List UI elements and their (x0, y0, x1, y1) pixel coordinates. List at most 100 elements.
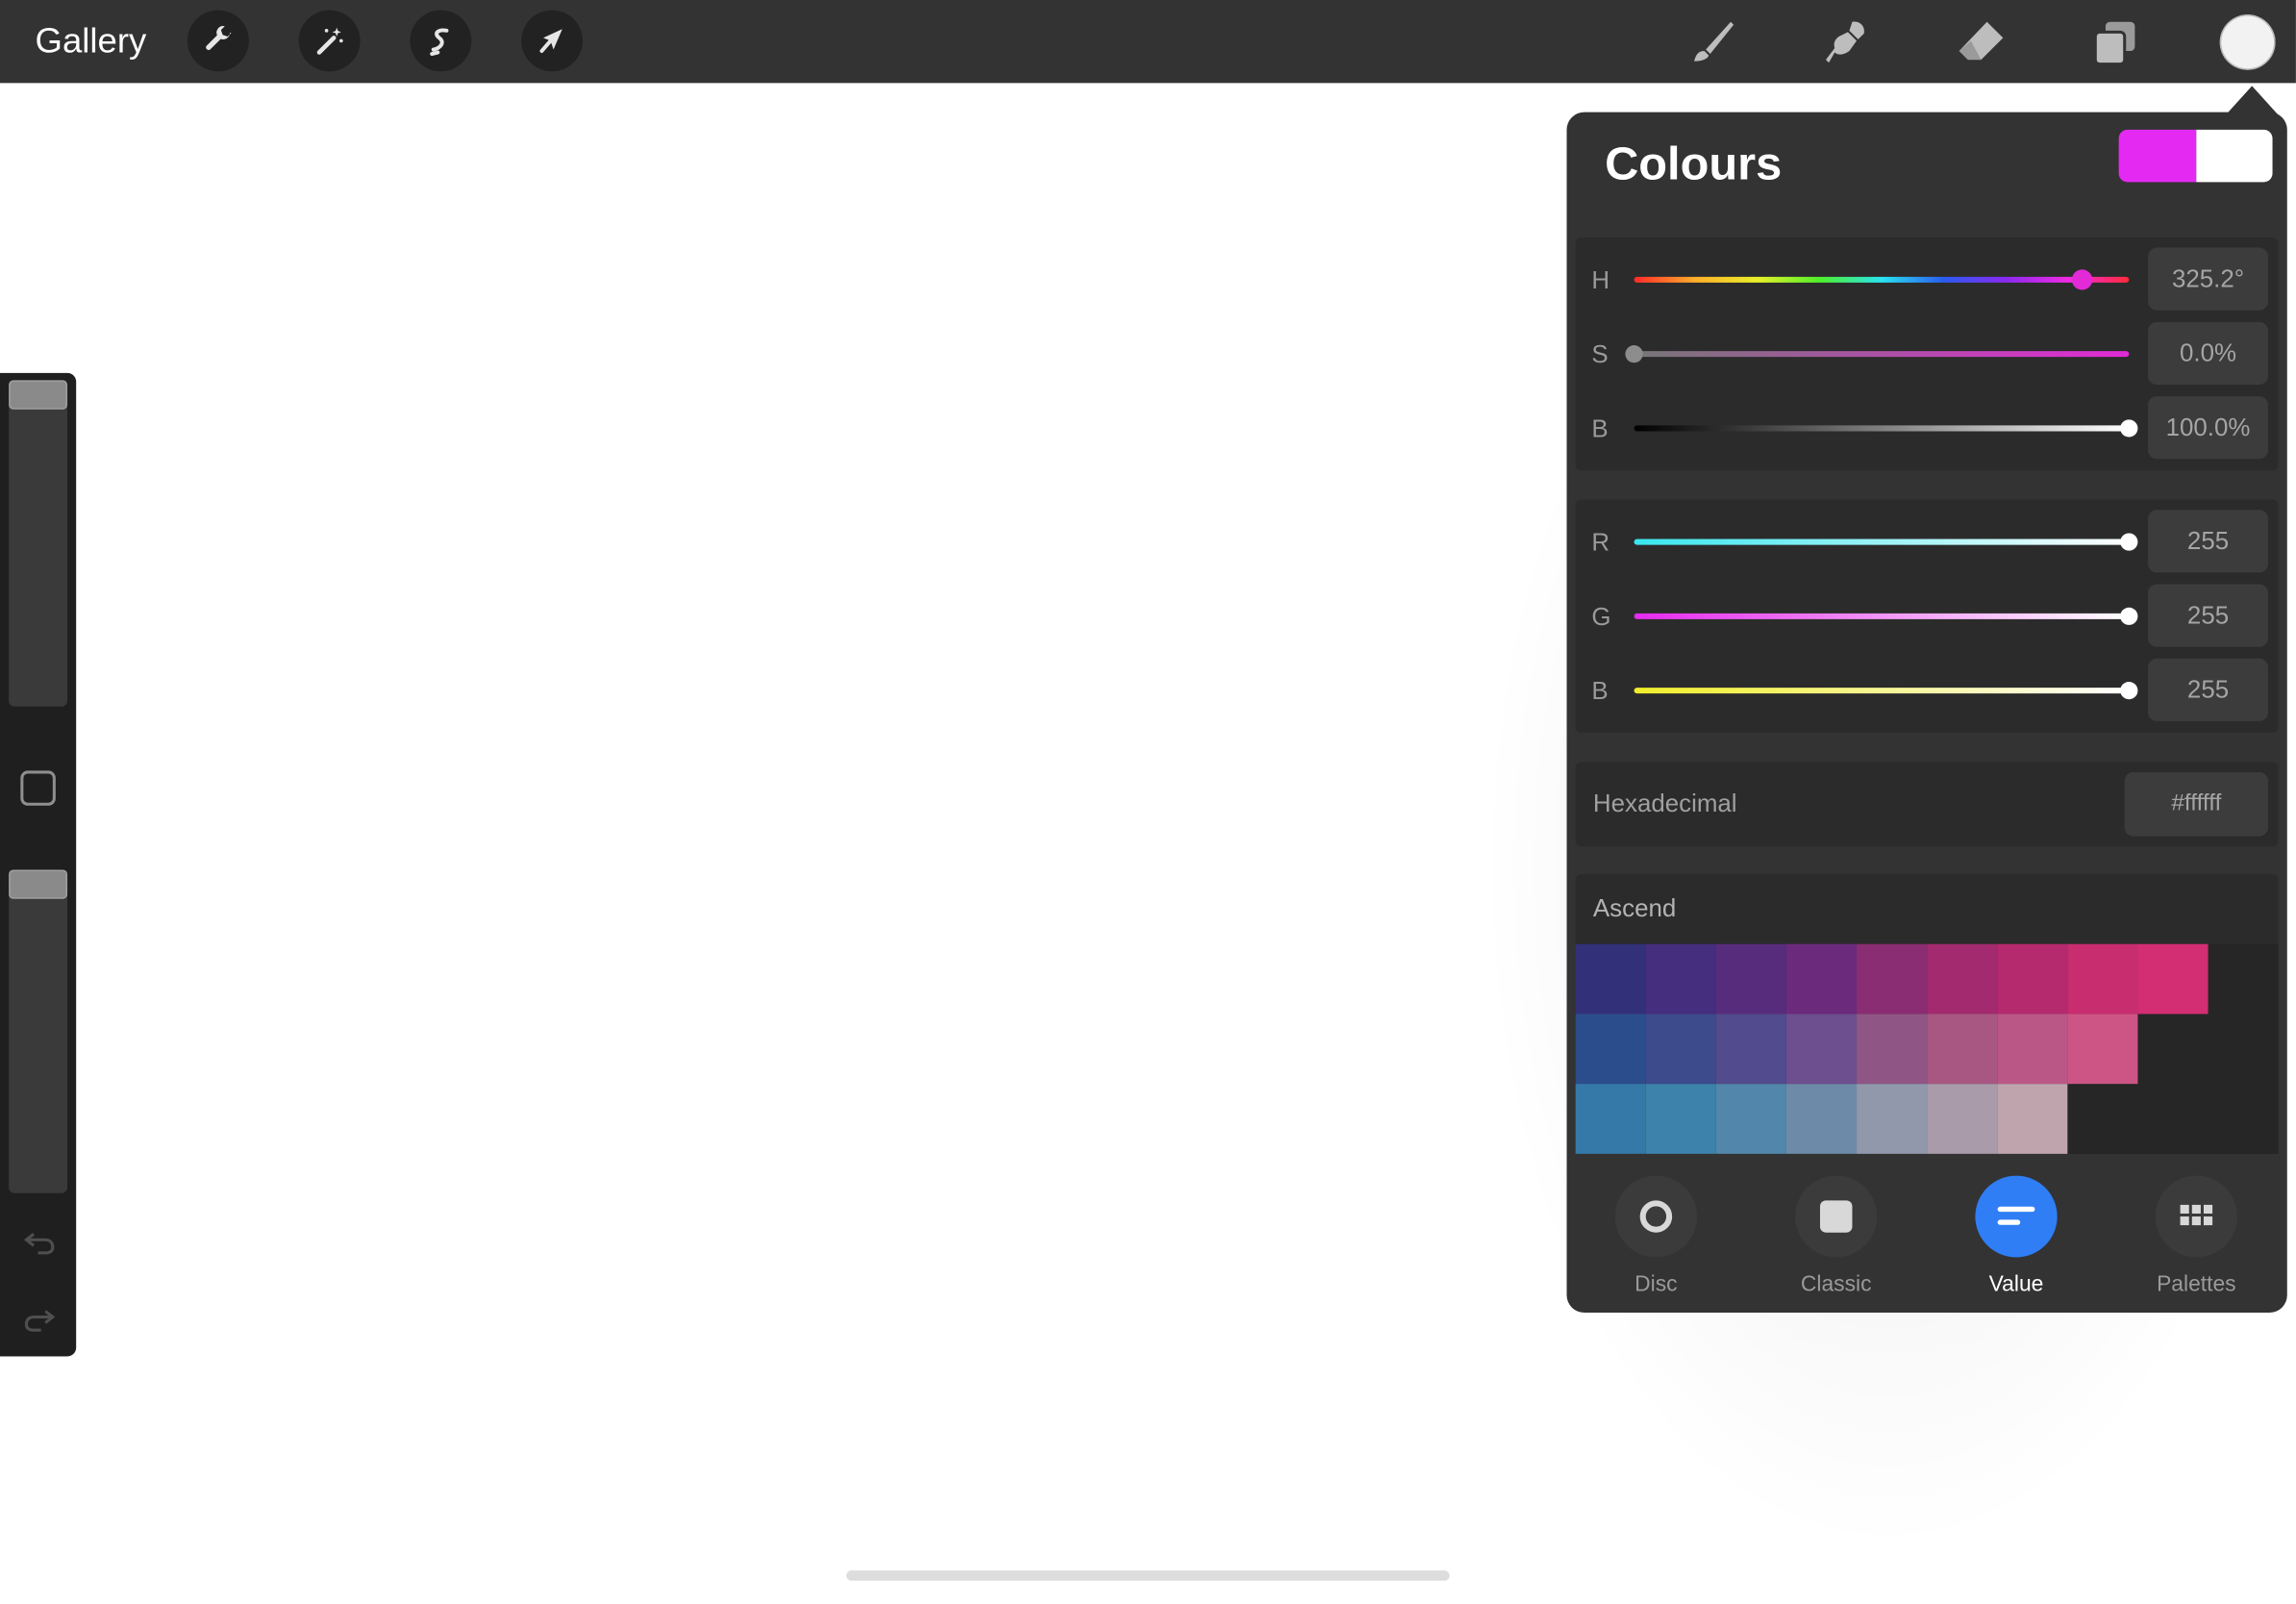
palette-name: Ascend (1592, 894, 1677, 922)
blue-value[interactable]: 255 (2148, 658, 2268, 721)
saturation-slider[interactable] (1634, 351, 2130, 358)
palette-swatch[interactable] (1645, 943, 1716, 1015)
actions-button[interactable] (187, 10, 249, 72)
tab-palettes[interactable]: Palettes (2123, 1175, 2269, 1298)
modify-square-button[interactable] (20, 770, 56, 806)
palette-swatch[interactable] (1927, 1014, 1998, 1085)
grid-icon (2180, 1204, 2213, 1226)
palette-swatch[interactable] (2067, 943, 2138, 1015)
green-slider[interactable] (1634, 613, 2130, 619)
palette-swatch[interactable] (1927, 943, 1998, 1015)
palette-swatch[interactable] (1785, 1084, 1858, 1154)
palette-swatch[interactable] (1857, 1014, 1928, 1085)
adjustments-button[interactable] (298, 10, 361, 72)
transform-button[interactable] (521, 10, 584, 72)
eraser-button[interactable] (1954, 14, 2009, 70)
palette-swatch[interactable] (1715, 1084, 1786, 1154)
transform-arrow-icon (539, 29, 562, 53)
smudge-button[interactable] (1818, 14, 1874, 70)
red-knob[interactable] (2120, 533, 2138, 551)
palette-swatch[interactable] (1857, 943, 1928, 1015)
home-indicator (846, 1570, 1450, 1581)
rgb-section: R 255 G 255 B 255 (1575, 499, 2279, 734)
secondary-color-swatch[interactable] (2196, 129, 2273, 183)
palette-section: Ascend (1575, 874, 2279, 1154)
red-label: R (1591, 528, 1610, 557)
palette-swatch[interactable] (1927, 1084, 1998, 1154)
palette-swatch[interactable] (1997, 943, 2068, 1015)
tab-palettes-label: Palettes (2157, 1271, 2236, 1297)
palette-grid (1575, 943, 2279, 1154)
palette-swatch[interactable] (1575, 1084, 1646, 1154)
brightness-value[interactable]: 100.0% (2148, 396, 2268, 460)
top-toolbar: Gallery (0, 0, 2296, 84)
gallery-button[interactable]: Gallery (36, 22, 147, 63)
hue-label: H (1591, 266, 1610, 295)
tab-value[interactable]: Value (1943, 1175, 2089, 1298)
palette-swatch[interactable] (1997, 1084, 2068, 1154)
blue-slider[interactable] (1634, 688, 2130, 694)
opacity-slider[interactable] (9, 869, 68, 1193)
hex-value-field[interactable]: #ffffff (2124, 771, 2268, 837)
tab-value-label: Value (1988, 1271, 2044, 1297)
hsb-section: H 325.2° S 0.0% B 100.0% (1575, 237, 2279, 471)
green-value[interactable]: 255 (2148, 584, 2268, 647)
saturation-knob[interactable] (1625, 345, 1643, 363)
magic-wand-icon (316, 27, 343, 55)
selection-icon (430, 28, 449, 57)
opacity-thumb[interactable] (9, 869, 68, 899)
saturation-label: S (1591, 340, 1609, 369)
palette-swatch[interactable] (1715, 943, 1786, 1015)
saturation-value[interactable]: 0.0% (2148, 321, 2268, 385)
blue-label: B (1591, 677, 1609, 706)
layers-button[interactable] (2088, 14, 2144, 70)
brush-size-thumb[interactable] (9, 380, 68, 410)
palette-swatch[interactable] (2067, 1014, 2138, 1085)
value-lines-icon (1997, 1206, 2035, 1225)
disc-tab-button[interactable] (1614, 1175, 1698, 1258)
green-label: G (1591, 603, 1611, 631)
palette-swatch[interactable] (1785, 1014, 1858, 1085)
hue-slider[interactable] (1634, 276, 2130, 283)
palettes-tab-button[interactable] (2155, 1175, 2237, 1258)
layers-icon (2093, 21, 2135, 66)
colours-panel: Colours H 325.2° S 0.0% B 100.0% R 255 G (1566, 112, 2287, 1314)
brush-size-slider[interactable] (9, 380, 68, 707)
hex-label: Hexadecimal (1592, 789, 1737, 817)
classic-tab-button[interactable] (1795, 1175, 1878, 1258)
palette-swatch[interactable] (1645, 1084, 1716, 1154)
selection-button[interactable] (410, 10, 472, 72)
tab-classic-label: Classic (1800, 1271, 1872, 1297)
palette-swatch[interactable] (1645, 1014, 1716, 1085)
palette-swatch[interactable] (1575, 943, 1646, 1015)
green-knob[interactable] (2120, 607, 2138, 625)
brightness-slider[interactable] (1634, 425, 2130, 432)
value-tab-button[interactable] (1975, 1175, 2058, 1258)
brush-icon (1693, 21, 1734, 62)
hue-value[interactable]: 325.2° (2148, 247, 2268, 311)
tab-disc[interactable]: Disc (1583, 1175, 1729, 1298)
brightness-label: B (1591, 414, 1609, 443)
palette-swatch[interactable] (1857, 1084, 1928, 1154)
tab-classic[interactable]: Classic (1763, 1175, 1909, 1298)
palette-swatch[interactable] (1997, 1014, 2068, 1085)
paint-brush-button[interactable] (1684, 14, 1739, 70)
palette-swatch[interactable] (2137, 943, 2209, 1015)
panel-title: Colours (1605, 137, 1783, 189)
palette-swatch[interactable] (1715, 1014, 1786, 1085)
red-slider[interactable] (1634, 539, 2130, 545)
palette-swatch[interactable] (1575, 1014, 1646, 1085)
color-button[interactable] (2219, 14, 2276, 70)
palette-swatch[interactable] (1785, 943, 1858, 1015)
brightness-knob[interactable] (2120, 419, 2138, 438)
wrench-icon (206, 26, 232, 50)
red-value[interactable]: 255 (2148, 510, 2268, 573)
smudge-icon (1826, 21, 1864, 63)
undo-icon[interactable] (20, 1222, 59, 1260)
hex-section: Hexadecimal #ffffff (1575, 762, 2279, 847)
redo-icon[interactable] (20, 1299, 59, 1337)
hue-knob[interactable] (2071, 269, 2092, 290)
blue-knob[interactable] (2120, 682, 2138, 700)
primary-color-swatch[interactable] (2118, 129, 2197, 183)
eraser-icon (1959, 21, 2004, 61)
